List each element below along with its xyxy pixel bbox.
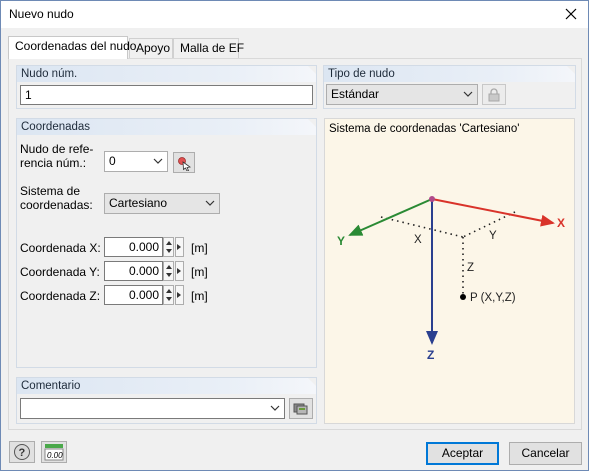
z-dimension-label: Z [467, 262, 474, 274]
close-button[interactable] [560, 4, 582, 24]
comment-library-icon [293, 403, 308, 414]
coord-x-label: Coordenada X: [20, 241, 101, 255]
coordinate-system-select[interactable]: Cartesiano [104, 193, 220, 214]
node-type-select[interactable]: Estándar [326, 84, 478, 105]
tab-fe-mesh[interactable]: Malla de EF [173, 38, 244, 58]
comment-header: Comentario [17, 378, 316, 394]
title-bar: Nuevo nudo [1, 1, 588, 28]
coord-y-next-button[interactable] [175, 261, 184, 281]
svg-text:0.00: 0.00 [47, 451, 63, 460]
coord-z-unit: [m] [191, 289, 208, 303]
triangle-right-icon [177, 268, 181, 274]
origin-point [429, 196, 435, 202]
x-axis-label: X [557, 216, 565, 230]
coord-x-spinner[interactable] [163, 237, 174, 257]
spin-up-icon [166, 241, 172, 245]
triangle-right-icon [177, 244, 181, 250]
close-icon [565, 8, 577, 20]
coord-z-next-button[interactable] [175, 285, 184, 305]
coord-z-spinner[interactable] [163, 285, 174, 305]
coordinate-system-value: Cartesiano [109, 196, 168, 210]
comment-input[interactable] [20, 398, 285, 419]
chevron-down-icon [463, 91, 473, 97]
coord-z-label: Coordenada Z: [20, 289, 101, 303]
decimal-places-icon: 0.00 [44, 444, 64, 461]
decimal-places-button[interactable]: 0.00 [41, 441, 67, 463]
x-dimension-label: X [414, 234, 422, 246]
dialog-window: Nuevo nudo Coordenadas del nudo Apoyo Ma… [0, 0, 589, 471]
node-type-header: Tipo de nudo [324, 66, 575, 82]
coord-y-spinner[interactable] [163, 261, 174, 281]
spin-down-icon [166, 273, 172, 277]
comment-library-button[interactable] [289, 398, 313, 419]
z-axis-label: Z [427, 348, 434, 362]
spin-up-icon [166, 265, 172, 269]
spin-up-icon [166, 289, 172, 293]
node-type-value: Estándar [331, 87, 380, 101]
coord-x-input[interactable]: 0.000 [104, 237, 163, 257]
ref-node-value: 0 [109, 154, 116, 168]
point-p-label: P (X,Y,Z) [470, 292, 516, 304]
y-axis-label: Y [337, 234, 345, 248]
lock-button[interactable] [482, 84, 506, 105]
lock-icon [488, 87, 500, 101]
coord-x-next-button[interactable] [175, 237, 184, 257]
coordinate-system-diagram: Sistema de coordenadas 'Cartesiano' X Y … [324, 118, 575, 424]
spin-down-icon [166, 249, 172, 253]
y-dimension-label: Y [489, 230, 497, 242]
x-axis-line [431, 198, 555, 227]
chevron-down-icon [270, 405, 280, 411]
cancel-button[interactable]: Cancelar [509, 442, 582, 465]
coordinate-system-label: Sistema de coordenadas: [20, 184, 93, 212]
window-title: Nuevo nudo [9, 7, 74, 21]
node-number-input[interactable]: 1 [20, 85, 313, 105]
ref-node-select[interactable]: 0 [104, 151, 168, 172]
y-axis-line [348, 198, 433, 236]
tab-node-coordinates[interactable]: Coordenadas del nudo [8, 36, 136, 59]
coord-y-label: Coordenada Y: [20, 265, 100, 279]
triangle-right-icon [177, 292, 181, 298]
coord-y-input[interactable]: 0.000 [104, 261, 163, 281]
x-projection-line [380, 216, 464, 238]
point-p-marker [460, 294, 466, 300]
axes-figure: X Y Z X Y Z P (X,Y,Z) [337, 196, 565, 362]
accept-button[interactable]: Aceptar [426, 442, 499, 465]
help-button[interactable]: ? [9, 441, 35, 463]
pick-cursor-icon [178, 156, 192, 171]
ref-node-label: Nudo de refe- rencia núm.: [20, 142, 94, 170]
coord-y-unit: [m] [191, 265, 208, 279]
pick-node-button[interactable] [173, 152, 195, 173]
coordinates-header: Coordenadas [17, 119, 316, 135]
help-icon: ? [14, 444, 30, 460]
coord-z-input[interactable]: 0.000 [104, 285, 163, 305]
svg-text:?: ? [19, 447, 26, 459]
coord-x-unit: [m] [191, 241, 208, 255]
spin-down-icon [166, 297, 172, 301]
chevron-down-icon [153, 158, 163, 164]
chevron-down-icon [205, 200, 215, 206]
node-number-header: Nudo núm. [17, 66, 316, 82]
